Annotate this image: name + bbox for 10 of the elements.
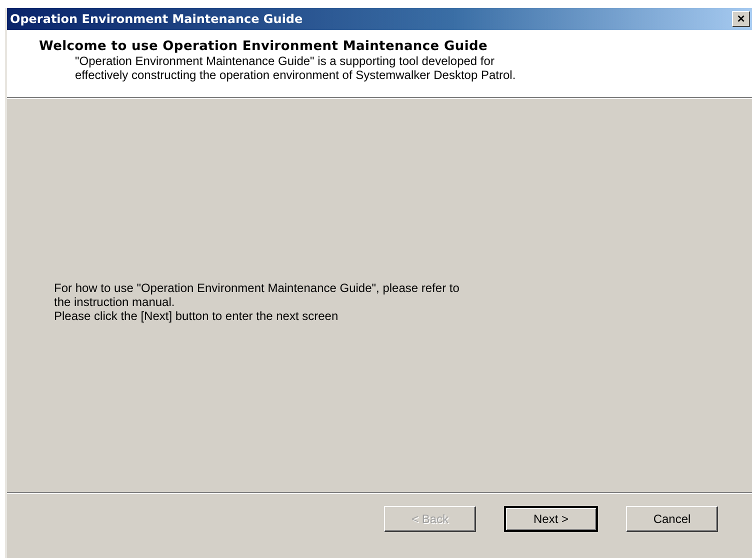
close-button[interactable]: × <box>732 11 750 27</box>
instruction-text: Please click the [Next] button to enter the next screen <box>54 309 340 323</box>
header-description: effectively constructing the operation environment of Systemwalker Desktop Patrol. <box>74 68 517 82</box>
instruction-text: For how to use "Operation Environment Maintenance Guide", please refer to <box>54 281 460 295</box>
dialog-button[interactable]: Next > <box>504 506 598 532</box>
dialog-button[interactable]: Cancel <box>626 506 718 532</box>
window-title: Operation Environment Maintenance Guide <box>10 12 303 26</box>
header-title: Welcome to use Operation Environment Maintenance Guide <box>39 39 489 54</box>
header-description: "Operation Environment Maintenance Guide" is a supporting tool developed for <box>74 54 496 68</box>
instruction-text: the instruction manual. <box>54 295 176 309</box>
